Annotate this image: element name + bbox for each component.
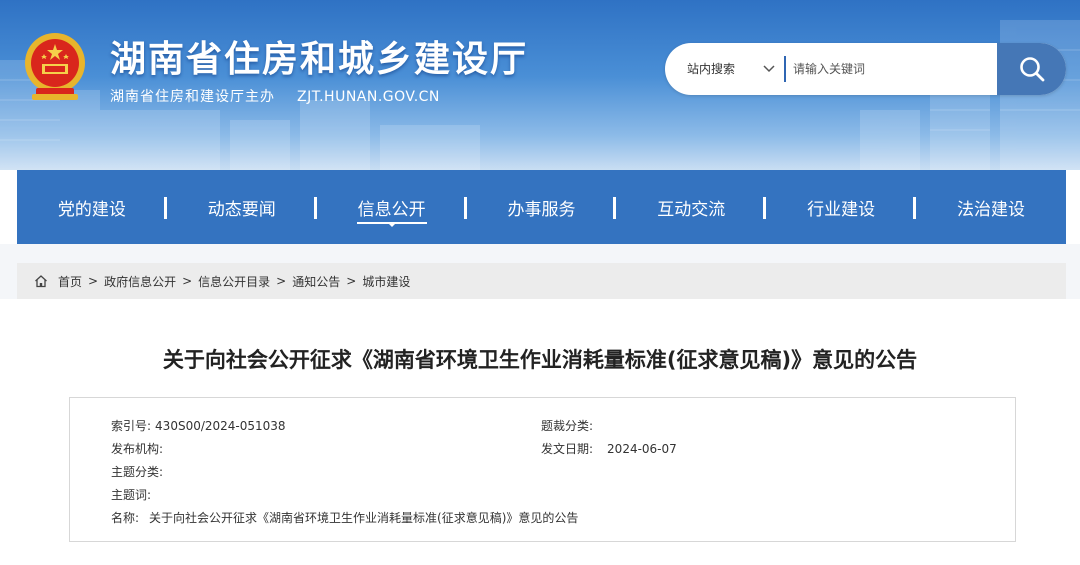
nav-item-info-disclosure[interactable]: 信息公开: [317, 170, 467, 244]
breadcrumb-separator: >: [346, 274, 357, 288]
nav-item-label: 党的建设: [57, 199, 126, 220]
site-sponsor: 湖南省住房和建设厅主办: [110, 89, 275, 105]
meta-topic: 主题分类:: [111, 463, 167, 480]
nav-item-rule-of-law[interactable]: 法治建设: [916, 170, 1066, 244]
home-icon[interactable]: [34, 274, 48, 288]
national-emblem-icon: [25, 33, 85, 100]
meta-label: 主题词:: [111, 488, 152, 502]
nav-item-label: 法治建设: [956, 199, 1025, 220]
meta-category: 题裁分类:: [541, 417, 597, 434]
search-scope-select[interactable]: 站内搜索: [687, 43, 735, 95]
meta-label: 主题分类:: [111, 465, 164, 479]
meta-label: 索引号:: [111, 419, 152, 433]
article-meta-table: 索引号: 430S00/2024-051038 题裁分类: 发布机构: 发文日期:…: [69, 397, 1016, 542]
chevron-down-icon[interactable]: [762, 62, 776, 76]
meta-value: 关于向社会公开征求《湖南省环境卫生作业消耗量标准(征求意见稿)》意见的公告: [149, 511, 579, 525]
nav-item-industry[interactable]: 行业建设: [766, 170, 917, 244]
nav-item-services[interactable]: 办事服务: [467, 170, 617, 244]
site-subtitle: 湖南省住房和建设厅主办 ZJT.HUNAN.GOV.CN: [110, 86, 440, 106]
search-input[interactable]: [793, 51, 989, 87]
site-header: 湖南省住房和城乡建设厅 湖南省住房和建设厅主办 ZJT.HUNAN.GOV.CN …: [0, 0, 1080, 170]
breadcrumb-separator: >: [276, 274, 287, 288]
meta-date: 发文日期: 2024-06-07: [541, 440, 677, 457]
nav-item-news[interactable]: 动态要闻: [167, 170, 317, 244]
nav-item-label: 行业建设: [807, 199, 876, 220]
breadcrumb-separator: >: [182, 274, 193, 288]
search-button[interactable]: [997, 43, 1066, 95]
nav-item-interaction[interactable]: 互动交流: [616, 170, 767, 244]
site-url: ZJT.HUNAN.GOV.CN: [297, 89, 440, 105]
meta-label: 发布机构:: [111, 442, 164, 456]
meta-keywords: 主题词:: [111, 486, 155, 503]
meta-value: 430S00/2024-051038: [155, 419, 286, 433]
main-nav: 党的建设 动态要闻 信息公开 办事服务 互动交流 行业建设 法治建设: [17, 170, 1066, 244]
breadcrumb-separator: >: [88, 274, 99, 288]
breadcrumb-home[interactable]: 首页: [58, 273, 82, 290]
breadcrumb-gov-info[interactable]: 政府信息公开: [104, 273, 176, 290]
meta-label: 发文日期:: [541, 442, 594, 456]
site-search: 站内搜索: [665, 43, 1066, 95]
breadcrumb-info-catalog[interactable]: 信息公开目录: [198, 273, 270, 290]
search-icon: [1019, 57, 1044, 82]
nav-item-party-building[interactable]: 党的建设: [17, 170, 167, 244]
nav-item-label: 互动交流: [657, 199, 726, 220]
search-divider: [784, 56, 786, 82]
breadcrumb: 首页 > 政府信息公开 > 信息公开目录 > 通知公告 > 城市建设: [17, 263, 1066, 299]
breadcrumb-urban-construction[interactable]: 城市建设: [362, 273, 410, 290]
meta-label: 题裁分类:: [541, 419, 594, 433]
breadcrumb-notices[interactable]: 通知公告: [292, 273, 340, 290]
nav-item-label: 信息公开: [357, 199, 426, 220]
meta-name: 名称: 关于向社会公开征求《湖南省环境卫生作业消耗量标准(征求意见稿)》意见的公告: [111, 509, 578, 526]
meta-label: 名称:: [111, 511, 140, 525]
nav-item-label: 动态要闻: [207, 199, 276, 220]
article-title: 关于向社会公开征求《湖南省环境卫生作业消耗量标准(征求意见稿)》意见的公告: [162, 348, 918, 372]
nav-active-pointer: [387, 223, 396, 227]
meta-index: 索引号: 430S00/2024-051038: [111, 417, 286, 434]
meta-value: 2024-06-07: [607, 442, 677, 456]
site-title: 湖南省住房和城乡建设厅: [110, 39, 529, 80]
nav-item-label: 办事服务: [507, 199, 576, 220]
meta-publisher: 发布机构:: [111, 440, 167, 457]
